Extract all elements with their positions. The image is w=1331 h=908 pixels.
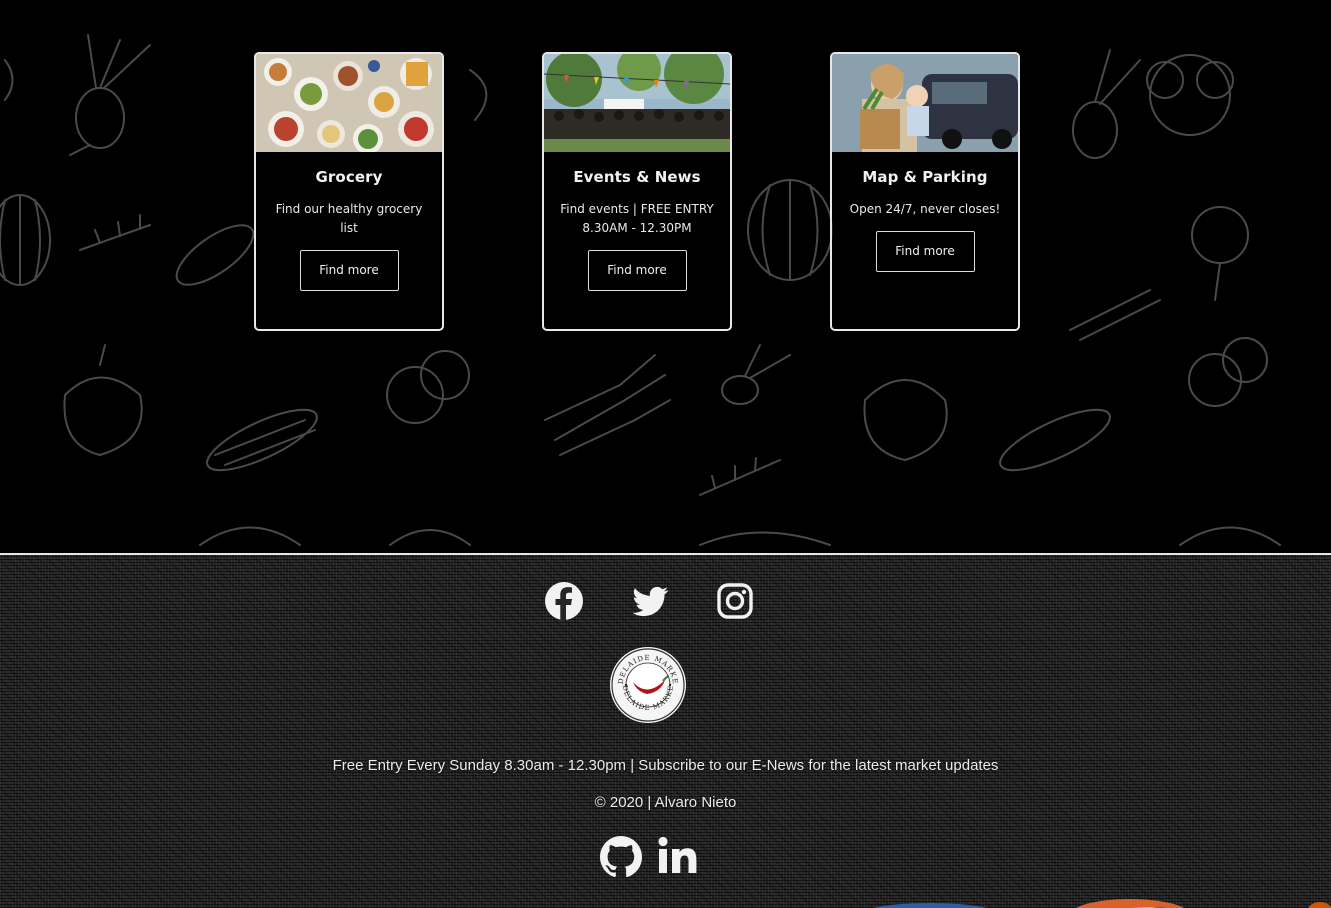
map-find-more-button[interactable]: Find more xyxy=(875,231,975,272)
linkedin-icon[interactable] xyxy=(655,834,701,880)
events-find-more-button[interactable]: Find more xyxy=(587,250,687,291)
map-parking-card: Map & Parking Open 24/7, never closes! F… xyxy=(830,52,1020,331)
card-title: Events & News xyxy=(573,168,701,186)
adelaide-market-logo: ADELAIDE MARKET ADELAIDE MARKET xyxy=(609,646,686,723)
page: Grocery Find our healthy grocery list Fi… xyxy=(0,0,1331,908)
woman-with-groceries-photo xyxy=(832,54,1018,152)
twitter-icon[interactable] xyxy=(630,581,670,621)
card-description: Find our healthy grocery list xyxy=(275,202,423,235)
card-description: Find events | FREE ENTRY 8.30AM - 12.30P… xyxy=(560,202,714,235)
decorative-produce-art xyxy=(873,899,1331,908)
instagram-icon[interactable] xyxy=(715,581,755,621)
github-icon[interactable] xyxy=(598,834,644,880)
market-crowd-photo xyxy=(544,54,730,152)
card-title: Grocery xyxy=(315,168,383,186)
food-platter-photo xyxy=(256,54,442,152)
features-section: Grocery Find our healthy grocery list Fi… xyxy=(0,0,1331,553)
footer-info-text: Free Entry Every Sunday 8.30am - 12.30pm… xyxy=(332,757,999,774)
footer: ADELAIDE MARKET ADELAIDE MARKET Free Ent… xyxy=(0,553,1331,908)
grocery-find-more-button[interactable]: Find more xyxy=(299,250,399,291)
copyright-text: © 2020 | Alvaro Nieto xyxy=(594,794,737,811)
events-news-card: Events & News Find events | FREE ENTRY 8… xyxy=(542,52,732,331)
facebook-icon[interactable] xyxy=(544,581,584,621)
card-title: Map & Parking xyxy=(862,168,988,186)
grocery-card: Grocery Find our healthy grocery list Fi… xyxy=(254,52,444,331)
card-description: Open 24/7, never closes! xyxy=(849,202,1001,216)
